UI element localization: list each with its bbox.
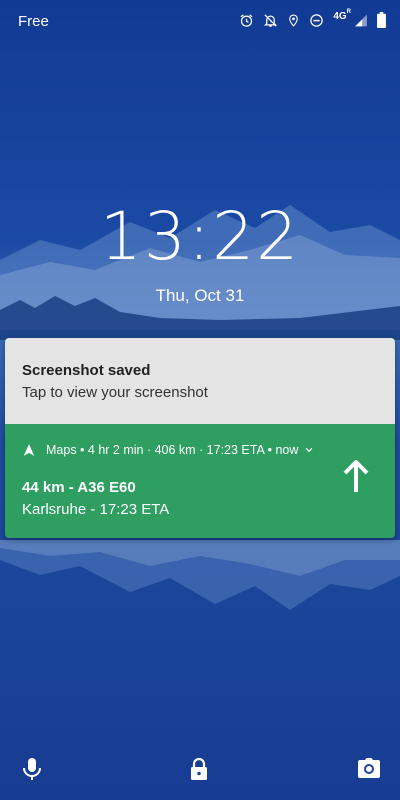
maps-notification-header: Maps • 4 hr 2 min · 406 km · 17:23 ETA •… xyxy=(22,442,314,458)
arrow-up-icon xyxy=(343,460,369,492)
lock-screen: Free 4GR 13:22 Thu, Oct 31 Screenshot sa… xyxy=(0,0,400,800)
lock-icon[interactable] xyxy=(189,757,209,781)
camera-icon[interactable] xyxy=(357,757,381,779)
lockscreen-clock: 13:22 xyxy=(99,198,301,275)
battery-icon xyxy=(377,12,386,28)
screenshot-notification[interactable]: Screenshot saved Tap to view your screen… xyxy=(5,338,395,424)
mic-icon[interactable] xyxy=(22,757,42,781)
status-bar: Free 4GR xyxy=(0,0,400,44)
carrier-name: Free xyxy=(18,13,49,30)
alarm-icon xyxy=(240,13,253,27)
lockscreen-date: Thu, Oct 31 xyxy=(155,286,245,305)
notification-text: Tap to view your screenshot xyxy=(22,384,208,401)
network-type: 4GR xyxy=(333,8,351,22)
notifications-off-icon xyxy=(264,13,278,27)
signal-icon xyxy=(355,14,367,26)
maps-navigation-notification[interactable]: Maps • 4 hr 2 min · 406 km · 17:23 ETA •… xyxy=(5,424,395,538)
chevron-down-icon[interactable] xyxy=(304,445,314,455)
maps-distance-road: 44 km - A36 E60 xyxy=(22,479,136,496)
navigation-icon xyxy=(23,444,35,456)
notification-title: Screenshot saved xyxy=(22,362,151,379)
status-icons: 4GR xyxy=(239,8,386,28)
do-not-disturb-icon xyxy=(310,13,324,27)
maps-destination: Karlsruhe - 17:23 ETA xyxy=(22,501,170,518)
maps-header-text: Maps • 4 hr 2 min · 406 km · 17:23 ETA •… xyxy=(46,443,299,457)
notification-stack: Screenshot saved Tap to view your screen… xyxy=(5,338,395,538)
location-icon xyxy=(289,14,299,27)
